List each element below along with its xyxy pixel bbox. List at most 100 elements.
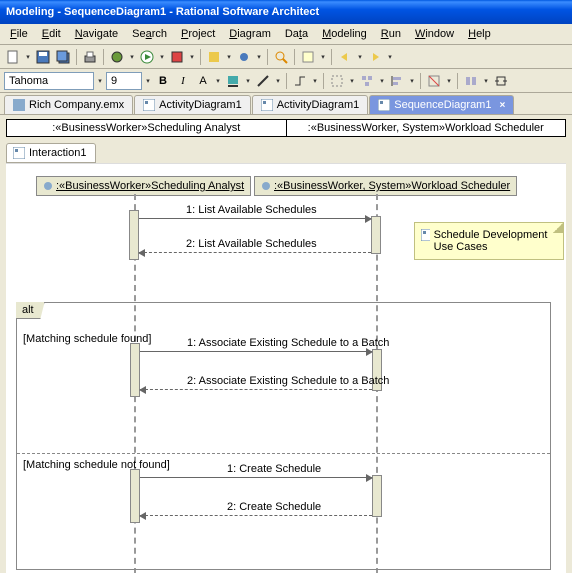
- menu-project[interactable]: Project: [175, 26, 221, 42]
- hide-button[interactable]: [425, 72, 443, 90]
- interaction-label: Interaction1: [29, 147, 86, 159]
- menu-navigate[interactable]: Navigate: [69, 26, 124, 42]
- forward-dropdown[interactable]: ▾: [386, 48, 394, 66]
- tool-b-dropdown[interactable]: ▾: [255, 48, 263, 66]
- menu-help[interactable]: Help: [462, 26, 497, 42]
- close-icon[interactable]: ×: [499, 100, 505, 111]
- toolbar-format: Tahoma ▾ 9 ▾ B I A ▾ ▾ ▾ ▾ ▾ ▾ ▾ ▾ ▾: [0, 69, 572, 93]
- toolbar-main: ▾ ▾ ▾ ▾ ▾ ▾ ▾ ▾ ▾: [0, 45, 572, 69]
- run-dropdown[interactable]: ▾: [158, 48, 166, 66]
- tool-note[interactable]: [299, 48, 317, 66]
- guard-condition: [Matching schedule not found]: [23, 459, 170, 471]
- diagram-canvas[interactable]: :«BusinessWorker»Scheduling Analyst :«Bu…: [6, 163, 566, 573]
- note-text: Schedule Development Use Cases: [434, 229, 557, 253]
- menu-file[interactable]: File: [4, 26, 34, 42]
- font-color-button[interactable]: A: [194, 72, 212, 90]
- interaction-tab[interactable]: Interaction1: [6, 143, 96, 163]
- tool-a-dropdown[interactable]: ▾: [225, 48, 233, 66]
- autosize-button[interactable]: [492, 72, 510, 90]
- note-box[interactable]: Schedule Development Use Cases: [414, 222, 564, 260]
- menubar: File Edit Navigate Search Project Diagra…: [0, 24, 572, 45]
- lifeline-label: :«BusinessWorker, System»Workload Schedu…: [274, 180, 510, 192]
- tool-b[interactable]: [235, 48, 253, 66]
- font-combo[interactable]: Tahoma: [4, 72, 94, 90]
- tool-a[interactable]: [205, 48, 223, 66]
- font-dropdown[interactable]: ▾: [96, 72, 104, 90]
- select-dropdown[interactable]: ▾: [348, 72, 356, 90]
- note-icon: [421, 229, 430, 241]
- menu-run[interactable]: Run: [375, 26, 407, 42]
- header-cell-right: :«BusinessWorker, System»Workload Schedu…: [287, 120, 566, 136]
- lifeline-header-row: :«BusinessWorker»Scheduling Analyst :«Bu…: [6, 119, 566, 137]
- new-button[interactable]: [4, 48, 22, 66]
- message-label: 1: List Available Schedules: [186, 204, 317, 216]
- search-button[interactable]: [272, 48, 290, 66]
- header-cell-left: :«BusinessWorker»Scheduling Analyst: [7, 120, 287, 136]
- ext-tools-button[interactable]: [168, 48, 186, 66]
- menu-edit[interactable]: Edit: [36, 26, 67, 42]
- diagram-icon: [378, 99, 390, 111]
- message-arrow[interactable]: [140, 477, 372, 478]
- tab-label: Rich Company.emx: [29, 99, 124, 111]
- message-arrow-reply[interactable]: [140, 389, 372, 390]
- debug-dropdown[interactable]: ▾: [128, 48, 136, 66]
- align-dropdown[interactable]: ▾: [408, 72, 416, 90]
- tab-sequence[interactable]: SequenceDiagram1 ×: [369, 95, 514, 114]
- message-arrow-reply[interactable]: [140, 515, 372, 516]
- fill-color-button[interactable]: [224, 72, 242, 90]
- forward-button[interactable]: [366, 48, 384, 66]
- save-all-button[interactable]: [54, 48, 72, 66]
- bold-button[interactable]: B: [154, 72, 172, 90]
- back-button[interactable]: [336, 48, 354, 66]
- tab-label: SequenceDiagram1: [394, 99, 491, 111]
- lifeline-head-analyst[interactable]: :«BusinessWorker»Scheduling Analyst: [36, 176, 251, 196]
- message-arrow-reply[interactable]: [139, 252, 371, 253]
- font-color-dropdown[interactable]: ▾: [214, 72, 222, 90]
- diagram-icon: [143, 99, 155, 111]
- italic-button[interactable]: I: [174, 72, 192, 90]
- new-dropdown[interactable]: ▾: [24, 48, 32, 66]
- editor-tabs: Rich Company.emx ActivityDiagram1 Activi…: [0, 93, 572, 115]
- activation-bar[interactable]: [371, 216, 381, 254]
- ext-tools-dropdown[interactable]: ▾: [188, 48, 196, 66]
- fill-dropdown[interactable]: ▾: [244, 72, 252, 90]
- debug-button[interactable]: [108, 48, 126, 66]
- tab-label: ActivityDiagram1: [159, 99, 242, 111]
- line-color-button[interactable]: [254, 72, 272, 90]
- activation-bar[interactable]: [372, 475, 382, 517]
- tab-rich-company[interactable]: Rich Company.emx: [4, 95, 133, 114]
- hide-dropdown[interactable]: ▾: [445, 72, 453, 90]
- same-size-button[interactable]: [462, 72, 480, 90]
- window-title: Modeling - SequenceDiagram1 - Rational S…: [6, 6, 319, 18]
- alt-operator-label: alt: [16, 302, 45, 319]
- tool-note-dropdown[interactable]: ▾: [319, 48, 327, 66]
- print-button[interactable]: [81, 48, 99, 66]
- line-dropdown[interactable]: ▾: [274, 72, 282, 90]
- router-dropdown[interactable]: ▾: [311, 72, 319, 90]
- message-arrow[interactable]: [140, 351, 372, 352]
- menu-data[interactable]: Data: [279, 26, 314, 42]
- tab-activity-1[interactable]: ActivityDiagram1: [134, 95, 251, 114]
- lifeline-icon: [43, 181, 53, 191]
- router-button[interactable]: [291, 72, 309, 90]
- message-arrow[interactable]: [139, 218, 371, 219]
- save-button[interactable]: [34, 48, 52, 66]
- alt-fragment[interactable]: alt [Matching schedule found] 1: Associa…: [16, 302, 551, 570]
- align-button[interactable]: [388, 72, 406, 90]
- same-size-dropdown[interactable]: ▾: [482, 72, 490, 90]
- run-button[interactable]: [138, 48, 156, 66]
- select-button[interactable]: [328, 72, 346, 90]
- menu-modeling[interactable]: Modeling: [316, 26, 373, 42]
- tab-activity-2[interactable]: ActivityDiagram1: [252, 95, 369, 114]
- alt-divider: [17, 453, 550, 454]
- arrange-dropdown[interactable]: ▾: [378, 72, 386, 90]
- back-dropdown[interactable]: ▾: [356, 48, 364, 66]
- lifeline-label: :«BusinessWorker»Scheduling Analyst: [56, 180, 244, 192]
- menu-search[interactable]: Search: [126, 26, 173, 42]
- menu-window[interactable]: Window: [409, 26, 460, 42]
- arrange-button[interactable]: [358, 72, 376, 90]
- size-combo[interactable]: 9: [106, 72, 142, 90]
- lifeline-head-scheduler[interactable]: :«BusinessWorker, System»Workload Schedu…: [254, 176, 517, 196]
- menu-diagram[interactable]: Diagram: [223, 26, 277, 42]
- size-dropdown[interactable]: ▾: [144, 72, 152, 90]
